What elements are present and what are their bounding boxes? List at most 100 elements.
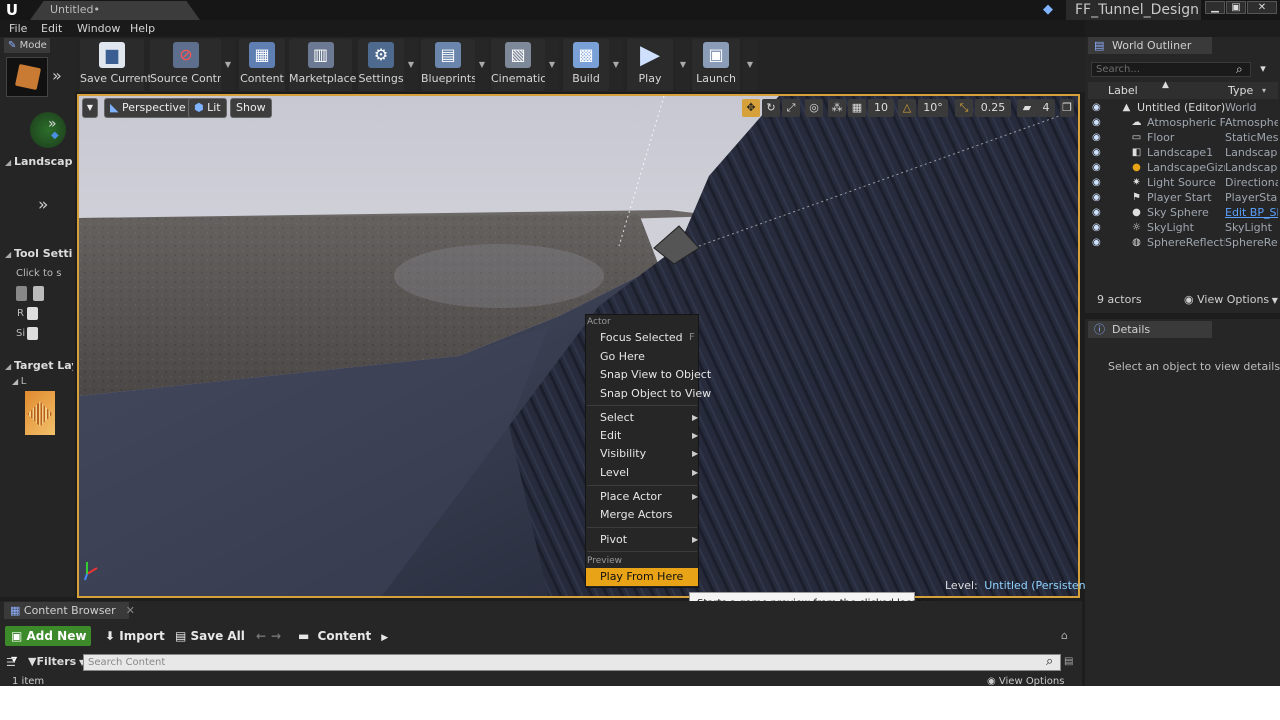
outliner-row-sphere-reflection[interactable]: ◉ ◍ SphereReflectionCapture SphereReflec… <box>1090 235 1278 250</box>
outliner-row-landscape-gizmo[interactable]: ◉ ● LandscapeGizmoActiveActor LandscapeG… <box>1090 160 1278 175</box>
focus-selected-item[interactable]: Focus Selected <box>600 331 683 344</box>
source-control-button[interactable]: ⊘ Source Control <box>150 39 231 91</box>
play-button[interactable]: ▶ Play <box>627 39 673 91</box>
show-flags-button[interactable]: Show <box>230 98 272 118</box>
camera-speed-icon[interactable]: ▰ <box>1017 99 1037 117</box>
world-outliner-tab[interactable]: ▤ World Outliner <box>1088 37 1212 54</box>
visibility-eye-icon[interactable]: ◉ <box>1092 235 1101 250</box>
outliner-row-player-start[interactable]: ◉ ⚑ Player Start PlayerStart <box>1090 190 1278 205</box>
outliner-row-skylight[interactable]: ◉ ☼ SkyLight SkyLight <box>1090 220 1278 235</box>
marketplace-button[interactable]: ▥ Marketplace <box>289 39 356 91</box>
rotation-snap-value[interactable]: 10° <box>918 99 948 117</box>
content-path-breadcrumb[interactable]: ▬ Content ▶ <box>298 626 388 646</box>
row-s-button[interactable] <box>27 327 38 340</box>
merge-actors-item[interactable]: Merge Actors <box>600 508 673 521</box>
select-submenu-item[interactable]: Select <box>600 411 634 424</box>
level-viewport[interactable] <box>77 94 1080 598</box>
world-local-icon[interactable]: ◎ <box>805 99 823 117</box>
maximize-viewport-icon[interactable]: ❐ <box>1060 99 1074 117</box>
go-here-item[interactable]: Go Here <box>600 350 645 363</box>
tool-mode-toggle-b[interactable] <box>33 286 44 301</box>
level-submenu-item[interactable]: Level <box>600 466 629 479</box>
visibility-eye-icon[interactable]: ◉ <box>1092 145 1101 160</box>
cinematics-button[interactable]: ▧ Cinematics <box>491 39 552 91</box>
view-filter-icon[interactable]: ▾ <box>1256 62 1270 77</box>
visibility-eye-icon[interactable]: ◉ <box>1092 220 1101 235</box>
launch-button[interactable]: ▣ Launch <box>692 39 740 91</box>
outliner-search-input[interactable]: Search... <box>1091 62 1251 77</box>
pivot-submenu-item[interactable]: Pivot <box>600 533 627 546</box>
scale-snap-value[interactable]: 0.25 <box>975 99 1011 117</box>
type-column-header[interactable]: Type <box>1228 84 1253 97</box>
visibility-eye-icon[interactable]: ◉ <box>1092 130 1101 145</box>
build-dropdown[interactable]: ▼ <box>609 39 623 91</box>
play-from-here-item[interactable]: Play From Here <box>600 570 683 583</box>
sources-panel-toggle-icon[interactable]: ☰ <box>6 656 16 669</box>
modes-tab[interactable]: ✎ Mode <box>4 38 50 53</box>
visibility-submenu-item[interactable]: Visibility <box>600 447 646 460</box>
rotation-snap-icon[interactable]: △ <box>898 99 916 117</box>
grid-snap-value[interactable]: 10 <box>868 99 894 117</box>
place-mode-button[interactable] <box>6 57 48 97</box>
filters-button[interactable]: ▼Filters ▼ <box>28 655 85 668</box>
outliner-row-light-source[interactable]: ◉ ✷ Light Source DirectionalLight <box>1090 175 1278 190</box>
source-control-dropdown[interactable]: ▼ <box>221 39 235 91</box>
visibility-eye-icon[interactable]: ◉ <box>1092 115 1101 130</box>
translate-tool-icon[interactable]: ✥ <box>742 99 760 117</box>
type-column-dropdown-icon[interactable]: ▾ <box>1262 86 1266 95</box>
surface-snap-icon[interactable]: ⁂ <box>828 99 846 117</box>
outliner-row-landscape1[interactable]: ◉ ◧ Landscape1 Landscape <box>1090 145 1278 160</box>
outliner-row-world[interactable]: ◉ ▲ Untitled (Editor) World <box>1090 100 1278 115</box>
save-all-button[interactable]: ▤ Save All <box>175 626 245 646</box>
layer-expander[interactable]: ◢ L <box>12 376 26 387</box>
blueprints-button[interactable]: ▤ Blueprints <box>421 39 477 91</box>
outliner-view-options-button[interactable]: ◉ View Options ▼ <box>1184 293 1278 306</box>
details-tab[interactable]: ⓘ Details <box>1088 321 1212 338</box>
close-tab-icon[interactable]: ✕ <box>126 604 135 617</box>
save-search-icon[interactable]: ▤ <box>1064 656 1073 667</box>
visibility-eye-icon[interactable]: ◉ <box>1092 160 1101 175</box>
content-button[interactable]: ▦ Content <box>239 39 285 91</box>
content-search-input[interactable]: Search Content <box>83 654 1061 671</box>
snap-object-to-view-item[interactable]: Snap Object to View <box>600 387 711 400</box>
expand-modes-icon[interactable]: » <box>52 66 62 85</box>
edit-blueprint-link[interactable]: Edit BP_Sky_Sphere <box>1225 205 1278 220</box>
settings-dropdown[interactable]: ▼ <box>404 39 418 91</box>
tool-mode-toggle-a[interactable] <box>16 286 27 301</box>
row-r-button[interactable] <box>27 307 38 320</box>
history-back-button[interactable]: ← <box>256 626 266 646</box>
lock-icon[interactable]: ⌂ <box>1061 629 1068 642</box>
landscape-mode-button[interactable]: » <box>30 112 66 148</box>
add-new-button[interactable]: ▣ Add New ▼ <box>5 626 91 664</box>
view-mode-lit-button[interactable]: ⬢ Lit <box>188 98 227 118</box>
scale-snap-icon[interactable]: ⤡ <box>955 99 973 117</box>
layer-thumbnail[interactable] <box>25 391 55 435</box>
visibility-eye-icon[interactable]: ◉ <box>1092 205 1101 220</box>
close-button[interactable]: ✕ <box>1247 1 1277 14</box>
grid-snap-icon[interactable]: ▦ <box>848 99 866 117</box>
visibility-eye-icon[interactable]: ◉ <box>1092 100 1101 115</box>
cinematics-dropdown[interactable]: ▼ <box>545 39 559 91</box>
expand-landscape-icon[interactable]: » <box>38 195 48 215</box>
menu-help[interactable]: Help <box>130 20 155 37</box>
blueprints-dropdown[interactable]: ▼ <box>475 39 489 91</box>
label-column-header[interactable]: Label <box>1108 84 1138 97</box>
menu-file[interactable]: File <box>9 20 27 37</box>
menu-edit[interactable]: Edit <box>41 20 62 37</box>
scale-tool-icon[interactable]: ⤢ <box>782 99 800 117</box>
minimize-button[interactable]: ▁ <box>1205 1 1225 14</box>
viewport-options-dropdown[interactable]: ▼ <box>82 98 98 118</box>
outliner-row-sky-sphere[interactable]: ◉ ● Sky Sphere Edit BP_Sky_Sphere <box>1090 205 1278 220</box>
history-forward-button[interactable]: → <box>271 626 281 646</box>
snap-view-to-object-item[interactable]: Snap View to Object <box>600 368 711 381</box>
place-actor-submenu-item[interactable]: Place Actor <box>600 490 662 503</box>
visibility-eye-icon[interactable]: ◉ <box>1092 190 1101 205</box>
build-button[interactable]: ▩ Build <box>563 39 609 91</box>
outliner-row-floor[interactable]: ◉ ▭ Floor StaticMeshActor <box>1090 130 1278 145</box>
save-current-button[interactable]: ▆ Save Current <box>80 39 152 91</box>
launch-dropdown[interactable]: ▼ <box>743 39 757 91</box>
perspective-button[interactable]: ◣ Perspective <box>104 98 192 118</box>
outliner-row-atmospheric-fog[interactable]: ◉ ☁ Atmospheric Fog AtmosphericFog <box>1090 115 1278 130</box>
camera-speed-value[interactable]: 4 <box>1037 99 1055 117</box>
visibility-eye-icon[interactable]: ◉ <box>1092 175 1101 190</box>
